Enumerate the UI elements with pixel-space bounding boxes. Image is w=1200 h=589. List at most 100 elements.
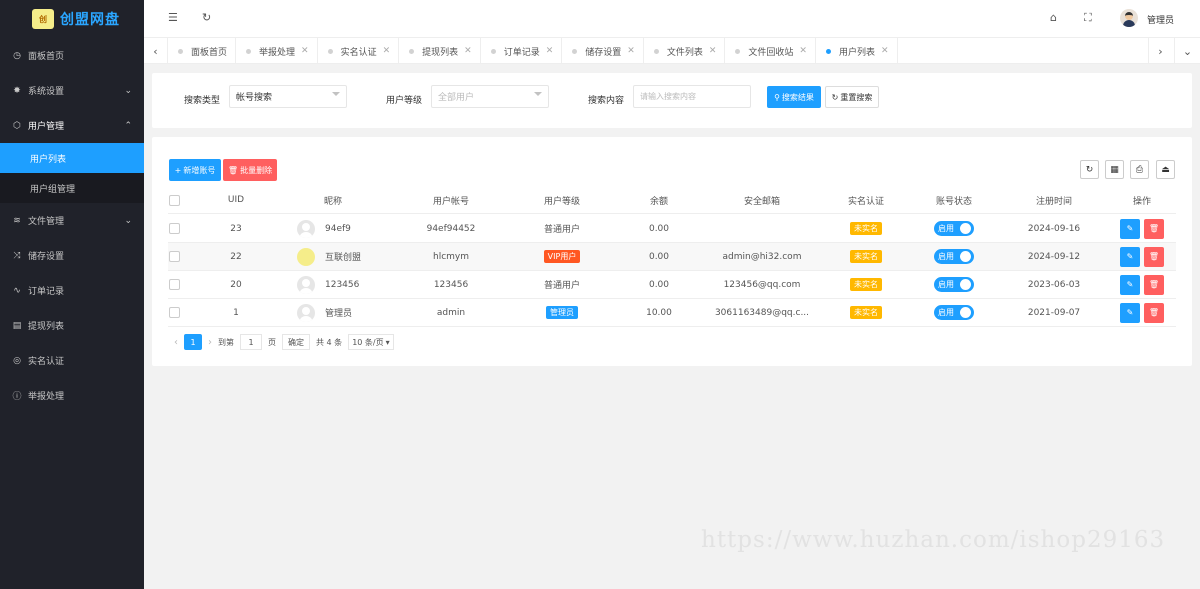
user-level-select[interactable]: 全部用户 bbox=[431, 85, 549, 108]
app-logo[interactable]: 创 创盟网盘 bbox=[0, 0, 144, 38]
row-balance: 0.00 bbox=[648, 279, 670, 290]
status-toggle[interactable]: 启用 bbox=[934, 305, 974, 320]
tab-recycle[interactable]: 文件回收站 ✕ bbox=[725, 38, 816, 64]
home-icon[interactable]: ⌂ bbox=[1050, 11, 1057, 24]
row-date: 2023-06-03 bbox=[1027, 279, 1081, 290]
edit-icon[interactable]: ✎ bbox=[1120, 274, 1140, 295]
goto-page-input[interactable]: 1 bbox=[240, 334, 262, 350]
tabs-next-icon[interactable]: › bbox=[1148, 38, 1172, 64]
sidebar-subitem-user-list[interactable]: 用户列表 bbox=[0, 143, 144, 173]
row-checkbox[interactable] bbox=[168, 279, 180, 290]
col-nickname[interactable]: 昵称 bbox=[303, 187, 363, 213]
row-checkbox[interactable] bbox=[168, 251, 180, 262]
col-uid[interactable]: UID bbox=[206, 187, 266, 213]
delete-icon[interactable]: 🗑 bbox=[1144, 246, 1164, 267]
print-icon[interactable]: ⎙ bbox=[1130, 160, 1149, 179]
select-all-checkbox[interactable] bbox=[168, 194, 180, 206]
tab-files[interactable]: 文件列表 ✕ bbox=[644, 38, 726, 64]
page-size-select[interactable]: 10 条/页 ▾ bbox=[348, 334, 394, 350]
tab-storage[interactable]: 储存设置 ✕ bbox=[562, 38, 644, 64]
status-toggle[interactable]: 启用 bbox=[934, 221, 974, 236]
table-row[interactable]: 23 94ef9 94ef94452 普通用户 0.00 未实名 启用 2024… bbox=[168, 215, 1176, 243]
fullscreen-icon[interactable]: ⛶ bbox=[1084, 11, 1092, 25]
goto-confirm-button[interactable]: 确定 bbox=[282, 334, 310, 350]
row-uid: 20 bbox=[230, 279, 242, 290]
tab-user-list[interactable]: 用户列表 ✕ bbox=[816, 38, 898, 64]
sidebar-item-files[interactable]: ≋ 文件管理 ⌄ bbox=[0, 203, 144, 238]
table-row[interactable]: 22 互联创盟 hlcmym VIP用户 0.00 admin@hi32.com… bbox=[168, 243, 1176, 271]
pulse-icon: ∿ bbox=[13, 285, 21, 296]
search-input[interactable]: 请输入搜索内容 bbox=[633, 85, 751, 108]
close-icon[interactable]: ✕ bbox=[301, 46, 309, 56]
close-icon[interactable]: ✕ bbox=[627, 46, 635, 56]
close-icon[interactable]: ✕ bbox=[464, 46, 472, 56]
tab-report[interactable]: 举报处理 ✕ bbox=[236, 38, 318, 64]
table-refresh-icon[interactable]: ↻ bbox=[1080, 160, 1099, 179]
sidebar-item-system[interactable]: ✸ 系统设置 ⌄ bbox=[0, 73, 144, 108]
tab-withdraw[interactable]: 提现列表 ✕ bbox=[399, 38, 481, 64]
row-level: 普通用户 bbox=[543, 281, 580, 291]
avatar[interactable] bbox=[1120, 9, 1138, 27]
tabs-prev-icon[interactable]: ‹ bbox=[144, 38, 168, 64]
row-balance: 0.00 bbox=[648, 251, 670, 262]
search-type-select[interactable]: 帐号搜索 bbox=[229, 85, 347, 108]
status-toggle[interactable]: 启用 bbox=[934, 277, 974, 292]
delete-icon[interactable]: 🗑 bbox=[1144, 274, 1164, 295]
status-toggle[interactable]: 启用 bbox=[934, 249, 974, 264]
admin-name[interactable]: 管理员 bbox=[1147, 13, 1174, 26]
sidebar-item-users[interactable]: ⬡ 用户管理 ⌃ bbox=[0, 108, 144, 143]
close-icon[interactable]: ✕ bbox=[546, 46, 554, 56]
next-page-icon[interactable]: › bbox=[208, 337, 212, 348]
reset-button[interactable]: ↻ 重置搜索 bbox=[825, 86, 879, 108]
sidebar-item-orders[interactable]: ∿ 订单记录 bbox=[0, 273, 144, 308]
sidebar-item-label: 订单记录 bbox=[28, 287, 65, 297]
pagination: ‹ 1 › 到第 1 页 确定 共 4 条 10 条/页 ▾ bbox=[168, 333, 394, 351]
prev-page-icon[interactable]: ‹ bbox=[174, 337, 178, 348]
close-icon[interactable]: ✕ bbox=[709, 46, 717, 56]
close-icon[interactable]: ✕ bbox=[799, 46, 807, 56]
close-icon[interactable]: ✕ bbox=[383, 46, 391, 56]
sidebar-item-storage[interactable]: ⤨ 储存设置 bbox=[0, 238, 144, 273]
table-row[interactable]: 1 管理员 admin 管理员 10.00 3061163489@qq.c...… bbox=[168, 299, 1176, 327]
columns-filter-icon[interactable]: ▦ bbox=[1105, 160, 1124, 179]
page-current[interactable]: 1 bbox=[184, 334, 202, 350]
sidebar-item-report[interactable]: ⓘ 举报处理 bbox=[0, 378, 144, 413]
page-unit-label: 页 bbox=[268, 337, 276, 347]
edit-icon[interactable]: ✎ bbox=[1120, 302, 1140, 323]
delete-icon[interactable]: 🗑 bbox=[1144, 218, 1164, 239]
plus-icon: + bbox=[174, 165, 182, 175]
col-balance[interactable]: 余额 bbox=[629, 187, 689, 213]
row-date: 2024-09-12 bbox=[1027, 251, 1081, 262]
row-checkbox[interactable] bbox=[168, 223, 180, 234]
col-account[interactable]: 用户帐号 bbox=[401, 187, 501, 213]
sidebar-item-dashboard[interactable]: ◷ 面板首页 bbox=[0, 38, 144, 73]
tab-orders[interactable]: 订单记录 ✕ bbox=[481, 38, 563, 64]
add-user-button[interactable]: + 新增账号 bbox=[169, 159, 221, 181]
col-register-date[interactable]: 注册时间 bbox=[1014, 187, 1094, 213]
app-title: 创盟网盘 bbox=[60, 12, 120, 28]
tabs-menu-icon[interactable]: ⌄ bbox=[1174, 38, 1200, 64]
batch-delete-button[interactable]: 🗑 批量删除 bbox=[223, 159, 277, 181]
col-verify[interactable]: 实名认证 bbox=[826, 187, 906, 213]
export-icon[interactable]: ⏏ bbox=[1156, 160, 1175, 179]
row-checkbox[interactable] bbox=[168, 307, 180, 318]
table-row[interactable]: 20 123456 123456 普通用户 0.00 123456@qq.com… bbox=[168, 271, 1176, 299]
edit-icon[interactable]: ✎ bbox=[1120, 218, 1140, 239]
row-email: 123456@qq.com bbox=[723, 279, 801, 290]
sidebar-item-verify[interactable]: ◎ 实名认证 bbox=[0, 343, 144, 378]
delete-icon[interactable]: 🗑 bbox=[1144, 302, 1164, 323]
sidebar-subitem-user-groups[interactable]: 用户组管理 bbox=[0, 173, 144, 203]
tab-verify[interactable]: 实名认证 ✕ bbox=[318, 38, 400, 64]
col-level[interactable]: 用户等级 bbox=[512, 187, 612, 213]
refresh-icon[interactable]: ↻ bbox=[202, 11, 211, 24]
col-status[interactable]: 账号状态 bbox=[914, 187, 994, 213]
dashboard-icon: ◷ bbox=[13, 50, 21, 61]
col-email[interactable]: 安全邮箱 bbox=[702, 187, 822, 213]
menu-toggle-icon[interactable]: ☰ bbox=[168, 11, 178, 24]
close-icon[interactable]: ✕ bbox=[881, 46, 889, 56]
tab-dashboard[interactable]: 面板首页 bbox=[168, 38, 237, 64]
row-uid: 1 bbox=[233, 307, 239, 318]
edit-icon[interactable]: ✎ bbox=[1120, 246, 1140, 267]
search-button[interactable]: ⚲ 搜索结果 bbox=[767, 86, 821, 108]
sidebar-item-withdraw[interactable]: ▤ 提现列表 bbox=[0, 308, 144, 343]
